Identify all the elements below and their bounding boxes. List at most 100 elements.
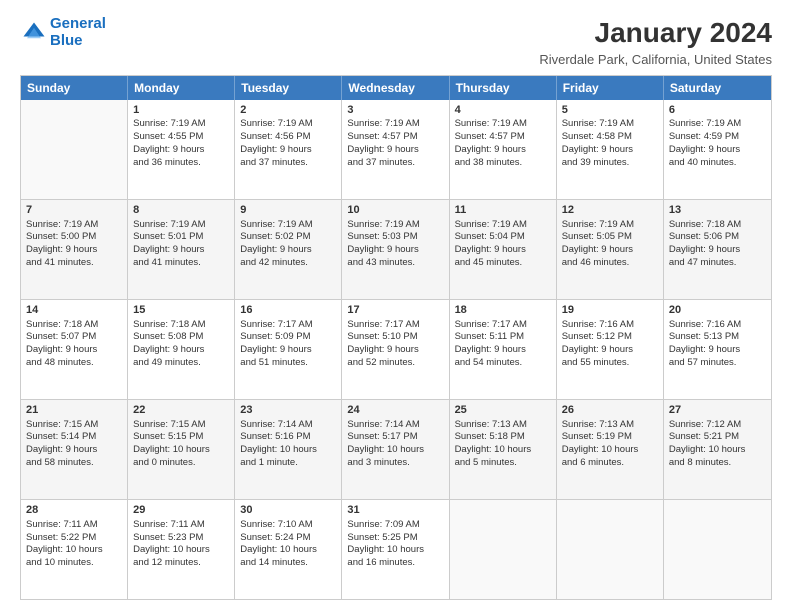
day-info: Sunset: 4:56 PM — [240, 131, 336, 144]
day-info: Sunrise: 7:18 AM — [133, 319, 229, 332]
calendar-cell: 1Sunrise: 7:19 AMSunset: 4:55 PMDaylight… — [128, 100, 235, 199]
day-info: Sunset: 5:18 PM — [455, 431, 551, 444]
calendar-header-day: Sunday — [21, 76, 128, 100]
day-info: Sunset: 4:55 PM — [133, 131, 229, 144]
day-number: 15 — [133, 303, 229, 318]
calendar-cell: 13Sunrise: 7:18 AMSunset: 5:06 PMDayligh… — [664, 200, 771, 299]
day-info: and 41 minutes. — [26, 257, 122, 270]
day-info: Sunrise: 7:17 AM — [347, 319, 443, 332]
day-info: and 6 minutes. — [562, 457, 658, 470]
day-info: Sunset: 5:09 PM — [240, 331, 336, 344]
day-info: and 10 minutes. — [26, 557, 122, 570]
calendar-cell: 25Sunrise: 7:13 AMSunset: 5:18 PMDayligh… — [450, 400, 557, 499]
day-number: 13 — [669, 203, 766, 218]
day-info: Sunrise: 7:17 AM — [240, 319, 336, 332]
day-number: 17 — [347, 303, 443, 318]
day-info: Sunrise: 7:19 AM — [455, 118, 551, 131]
calendar-header-day: Friday — [557, 76, 664, 100]
calendar-cell: 4Sunrise: 7:19 AMSunset: 4:57 PMDaylight… — [450, 100, 557, 199]
calendar-cell: 24Sunrise: 7:14 AMSunset: 5:17 PMDayligh… — [342, 400, 449, 499]
day-info: Sunset: 5:10 PM — [347, 331, 443, 344]
day-number: 8 — [133, 203, 229, 218]
day-info: Daylight: 10 hours — [455, 444, 551, 457]
calendar-cell — [557, 500, 664, 599]
calendar-cell: 23Sunrise: 7:14 AMSunset: 5:16 PMDayligh… — [235, 400, 342, 499]
day-number: 31 — [347, 503, 443, 518]
day-info: Sunrise: 7:19 AM — [240, 118, 336, 131]
day-info: and 37 minutes. — [240, 157, 336, 170]
day-info: Daylight: 9 hours — [240, 144, 336, 157]
day-info: and 49 minutes. — [133, 357, 229, 370]
day-number: 22 — [133, 403, 229, 418]
day-info: Daylight: 9 hours — [26, 244, 122, 257]
day-info: Sunset: 5:01 PM — [133, 231, 229, 244]
day-info: and 3 minutes. — [347, 457, 443, 470]
day-info: Sunrise: 7:19 AM — [669, 118, 766, 131]
day-info: Daylight: 9 hours — [455, 344, 551, 357]
calendar-header-day: Wednesday — [342, 76, 449, 100]
day-number: 4 — [455, 103, 551, 118]
calendar-header: SundayMondayTuesdayWednesdayThursdayFrid… — [21, 76, 771, 100]
day-info: Daylight: 9 hours — [455, 244, 551, 257]
day-info: Daylight: 9 hours — [26, 344, 122, 357]
calendar-cell — [21, 100, 128, 199]
day-info: Sunset: 5:16 PM — [240, 431, 336, 444]
day-info: and 48 minutes. — [26, 357, 122, 370]
day-number: 28 — [26, 503, 122, 518]
day-info: and 42 minutes. — [240, 257, 336, 270]
day-info: Sunset: 5:21 PM — [669, 431, 766, 444]
day-info: Sunset: 5:19 PM — [562, 431, 658, 444]
calendar-cell: 14Sunrise: 7:18 AMSunset: 5:07 PMDayligh… — [21, 300, 128, 399]
calendar-cell: 19Sunrise: 7:16 AMSunset: 5:12 PMDayligh… — [557, 300, 664, 399]
calendar-cell: 20Sunrise: 7:16 AMSunset: 5:13 PMDayligh… — [664, 300, 771, 399]
day-info: Sunset: 4:57 PM — [347, 131, 443, 144]
day-info: Sunrise: 7:19 AM — [455, 219, 551, 232]
logo: General Blue — [20, 16, 106, 49]
day-info: Sunrise: 7:19 AM — [347, 118, 443, 131]
calendar-cell: 8Sunrise: 7:19 AMSunset: 5:01 PMDaylight… — [128, 200, 235, 299]
day-number: 30 — [240, 503, 336, 518]
day-info: Sunrise: 7:16 AM — [669, 319, 766, 332]
day-info: Sunrise: 7:09 AM — [347, 519, 443, 532]
day-info: Daylight: 9 hours — [347, 144, 443, 157]
day-number: 2 — [240, 103, 336, 118]
day-info: and 39 minutes. — [562, 157, 658, 170]
day-info: Sunrise: 7:19 AM — [133, 118, 229, 131]
day-info: and 51 minutes. — [240, 357, 336, 370]
calendar-cell: 15Sunrise: 7:18 AMSunset: 5:08 PMDayligh… — [128, 300, 235, 399]
calendar-cell: 5Sunrise: 7:19 AMSunset: 4:58 PMDaylight… — [557, 100, 664, 199]
title-block: January 2024 Riverdale Park, California,… — [539, 16, 772, 67]
day-info: Sunrise: 7:14 AM — [240, 419, 336, 432]
day-number: 18 — [455, 303, 551, 318]
calendar-cell: 11Sunrise: 7:19 AMSunset: 5:04 PMDayligh… — [450, 200, 557, 299]
day-info: Sunrise: 7:19 AM — [240, 219, 336, 232]
day-info: and 38 minutes. — [455, 157, 551, 170]
day-info: Sunset: 5:00 PM — [26, 231, 122, 244]
day-info: Daylight: 9 hours — [240, 344, 336, 357]
day-number: 19 — [562, 303, 658, 318]
calendar-cell: 6Sunrise: 7:19 AMSunset: 4:59 PMDaylight… — [664, 100, 771, 199]
day-info: Sunrise: 7:12 AM — [669, 419, 766, 432]
day-info: Sunrise: 7:18 AM — [669, 219, 766, 232]
day-info: Daylight: 10 hours — [240, 544, 336, 557]
day-info: and 37 minutes. — [347, 157, 443, 170]
calendar-header-day: Tuesday — [235, 76, 342, 100]
day-info: and 47 minutes. — [669, 257, 766, 270]
day-info: Daylight: 9 hours — [347, 344, 443, 357]
day-info: Sunrise: 7:15 AM — [133, 419, 229, 432]
day-info: Daylight: 9 hours — [562, 344, 658, 357]
day-number: 16 — [240, 303, 336, 318]
day-info: Daylight: 9 hours — [562, 144, 658, 157]
day-info: Sunrise: 7:15 AM — [26, 419, 122, 432]
day-number: 21 — [26, 403, 122, 418]
day-info: Sunset: 5:25 PM — [347, 532, 443, 545]
day-info: Sunrise: 7:17 AM — [455, 319, 551, 332]
day-info: Sunrise: 7:19 AM — [347, 219, 443, 232]
day-info: Sunset: 5:11 PM — [455, 331, 551, 344]
day-number: 20 — [669, 303, 766, 318]
day-number: 6 — [669, 103, 766, 118]
calendar-cell: 9Sunrise: 7:19 AMSunset: 5:02 PMDaylight… — [235, 200, 342, 299]
day-info: and 5 minutes. — [455, 457, 551, 470]
day-info: Sunset: 5:05 PM — [562, 231, 658, 244]
calendar-cell: 3Sunrise: 7:19 AMSunset: 4:57 PMDaylight… — [342, 100, 449, 199]
